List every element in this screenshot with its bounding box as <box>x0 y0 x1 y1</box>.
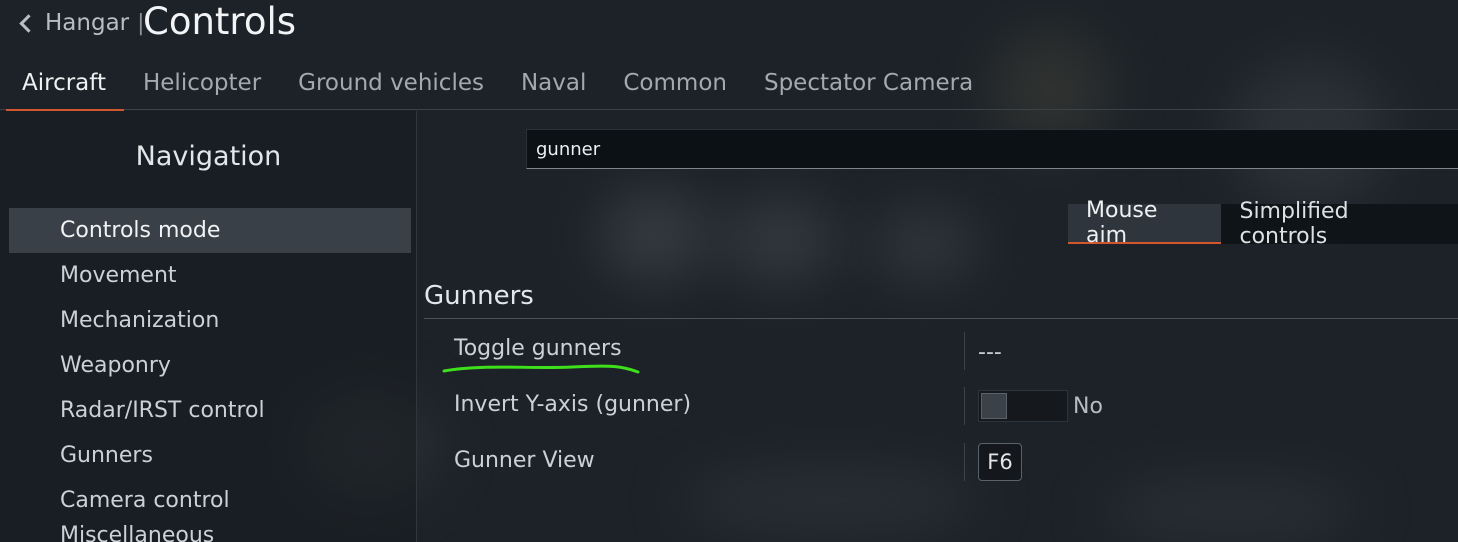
invert-y-axis-toggle[interactable] <box>978 390 1068 422</box>
gunner-view-label[interactable]: Gunner View <box>454 448 595 473</box>
nav-item-gunners[interactable]: Gunners <box>9 433 411 478</box>
section-title: Gunners <box>424 281 534 311</box>
simplified-controls-button[interactable]: Simplified controls <box>1221 199 1458 249</box>
section-divider <box>424 318 1458 319</box>
highlight-underline <box>442 364 640 374</box>
control-mode-switch: Mouse aim Simplified controls <box>1068 198 1458 249</box>
row-divider <box>964 332 965 370</box>
back-button[interactable]: Hangar | <box>16 8 153 38</box>
tab-naval[interactable]: Naval <box>503 56 604 110</box>
toggle-knob <box>981 393 1007 419</box>
vehicle-tabs: Aircraft Helicopter Ground vehicles Nava… <box>0 56 1458 111</box>
page-title: Controls <box>143 0 297 43</box>
tab-spectator-camera[interactable]: Spectator Camera <box>746 56 991 110</box>
tab-aircraft[interactable]: Aircraft <box>0 56 124 111</box>
search-input[interactable] <box>536 138 1458 160</box>
nav-item-mechanization[interactable]: Mechanization <box>9 298 411 343</box>
nav-item-movement[interactable]: Movement <box>9 253 411 298</box>
nav-item-miscellaneous[interactable]: Miscellaneous <box>9 523 411 542</box>
tab-common[interactable]: Common <box>605 56 745 110</box>
navigation-title: Navigation <box>135 141 282 172</box>
invert-y-axis-label[interactable]: Invert Y-axis (gunner) <box>454 392 691 417</box>
chevron-left-icon <box>19 13 38 33</box>
tab-ground-vehicles[interactable]: Ground vehicles <box>280 56 502 110</box>
nav-item-weaponry[interactable]: Weaponry <box>9 343 411 388</box>
row-divider <box>964 387 965 425</box>
nav-item-radar-irst[interactable]: Radar/IRST control <box>9 388 411 433</box>
toggle-gunners-binding[interactable]: --- <box>978 340 1002 365</box>
toggle-gunners-label[interactable]: Toggle gunners <box>454 336 622 361</box>
gunner-view-keybind[interactable]: F6 <box>978 443 1022 481</box>
nav-item-camera-control[interactable]: Camera control <box>9 478 411 523</box>
search-field[interactable] <box>526 129 1458 169</box>
mouse-aim-button[interactable]: Mouse aim <box>1068 198 1222 248</box>
back-label: Hangar <box>45 10 130 36</box>
invert-y-axis-value: No <box>1073 394 1103 419</box>
navigation-sidebar: Navigation Controls mode Movement Mechan… <box>0 111 417 542</box>
nav-item-controls-mode[interactable]: Controls mode <box>9 208 411 253</box>
tab-helicopter[interactable]: Helicopter <box>125 56 279 110</box>
row-divider <box>964 443 965 481</box>
